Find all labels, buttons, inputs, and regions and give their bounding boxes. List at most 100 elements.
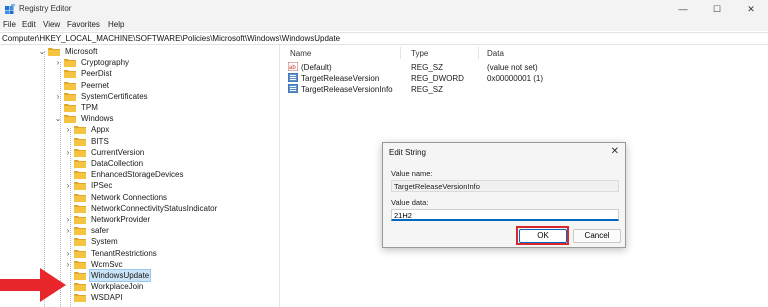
folder-icon	[74, 227, 86, 236]
tree-item-label: CurrentVersion	[91, 147, 145, 157]
tree-item-label: System	[91, 237, 118, 247]
chevron-right-icon[interactable]: ›	[64, 180, 72, 191]
menu-bar: File Edit View Favorites Help	[0, 18, 768, 31]
column-separator[interactable]	[478, 47, 479, 59]
value-row[interactable]: ab (Default) REG_SZ (value not set)	[287, 61, 758, 73]
value-type-cell: REG_DWORD	[411, 74, 464, 83]
tree-item[interactable]: › SystemCertificates	[54, 91, 149, 102]
tree-item[interactable]: › Cryptography	[54, 57, 130, 68]
value-data-label: Value data:	[391, 198, 429, 207]
tree-item-label: DataCollection	[91, 159, 144, 168]
chevron-right-icon[interactable]: ›	[64, 124, 72, 135]
tree-item-label: WcmSvc	[91, 259, 123, 269]
menu-view[interactable]: View	[43, 20, 60, 29]
menu-help[interactable]: Help	[108, 20, 124, 29]
folder-icon	[74, 160, 86, 168]
value-type-cell: REG_SZ	[411, 85, 444, 94]
folder-icon	[64, 115, 76, 124]
chevron-right-icon[interactable]: ›	[64, 214, 72, 225]
chevron-down-icon[interactable]: ⌄	[54, 113, 62, 124]
address-bar[interactable]: Computer\HKEY_LOCAL_MACHINE\SOFTWARE\Pol…	[0, 32, 768, 45]
tree-item-label: PeerDist	[81, 69, 112, 79]
value-type-cell: REG_SZ	[411, 63, 444, 72]
tree-item-label: TenantRestrictions	[91, 248, 157, 258]
folder-icon	[74, 126, 86, 135]
value-name-cell: TargetReleaseVersionInfo	[301, 85, 393, 94]
tree-item-label: Cryptography	[81, 58, 130, 68]
tree-item-label: BITS	[91, 136, 109, 146]
tree-item[interactable]: Peernet	[54, 80, 110, 91]
tree-item-label: Microsoft	[65, 47, 98, 56]
registry-editor-icon	[5, 4, 15, 14]
value-row[interactable]: TargetReleaseVersion REG_DWORD 0x00000001 …	[287, 72, 758, 84]
tree-item[interactable]: TPM	[54, 102, 99, 113]
folder-icon	[74, 204, 86, 213]
folder-icon	[64, 59, 76, 68]
tree-item[interactable]: › Appx	[64, 124, 110, 135]
chevron-right-icon[interactable]: ›	[54, 91, 62, 102]
folder-icon	[74, 260, 86, 269]
menu-file[interactable]: File	[3, 20, 16, 29]
tree-item[interactable]: EnhancedStorageDevices	[64, 169, 185, 180]
column-header-type[interactable]: Type	[411, 49, 428, 58]
folder-icon	[74, 137, 86, 146]
tree-item-label: NetworkProvider	[91, 215, 151, 224]
red-arrow-icon	[0, 268, 66, 302]
menu-favorites[interactable]: Favorites	[67, 20, 100, 29]
minimize-button[interactable]: —	[666, 0, 700, 18]
folder-icon	[74, 294, 86, 303]
chevron-right-icon[interactable]: ›	[64, 248, 72, 259]
dialog-close-icon[interactable]: ✕	[611, 146, 619, 157]
chevron-right-icon[interactable]: ›	[54, 57, 62, 68]
tree-item[interactable]: › IPSec	[64, 180, 113, 191]
maximize-button[interactable]: ☐	[700, 0, 734, 18]
tree-item[interactable]: Network Connections	[64, 192, 168, 203]
tree-item[interactable]: WSDAPI	[64, 292, 124, 303]
column-separator[interactable]	[400, 47, 401, 59]
tree-item-label: SystemCertificates	[81, 91, 148, 101]
tree-item-label: IPSec	[91, 181, 113, 191]
tree-item-label: safer	[91, 226, 109, 236]
tree-item[interactable]: › safer	[64, 225, 110, 236]
value-data-cell: (value not set)	[487, 63, 538, 72]
folder-icon	[64, 104, 76, 112]
tree-item[interactable]: WindowsUpdate	[64, 269, 152, 282]
tree-item-label: TPM	[81, 103, 98, 112]
tree-item[interactable]: BITS	[64, 136, 110, 147]
tree-item[interactable]: PeerDist	[54, 68, 113, 79]
tree-item[interactable]: › NetworkProvider	[64, 214, 151, 225]
chevron-right-icon[interactable]: ›	[64, 225, 72, 236]
tree-item[interactable]: System	[64, 236, 119, 247]
folder-icon	[74, 283, 86, 292]
tree-item[interactable]: WorkplaceJoin	[64, 281, 144, 292]
tree-item-label: EnhancedStorageDevices	[91, 170, 184, 180]
folder-icon	[74, 182, 86, 191]
tree-item-label: Network Connections	[91, 192, 168, 202]
tree-item[interactable]: › CurrentVersion	[64, 147, 145, 158]
folder-icon	[74, 238, 86, 247]
folder-icon	[48, 48, 60, 56]
folder-icon	[74, 249, 86, 258]
value-row[interactable]: TargetReleaseVersionInfo REG_SZ	[287, 83, 758, 96]
tree-item[interactable]: › TenantRestrictions	[64, 248, 158, 259]
dword-value-icon	[287, 83, 299, 96]
tree-item[interactable]: ⌄ Microsoft	[38, 46, 98, 57]
edit-string-dialog: Edit String ✕ Value name: TargetReleaseV…	[382, 142, 626, 248]
tree-item[interactable]: NetworkConnectivityStatusIndicator	[64, 203, 218, 214]
cancel-button[interactable]: Cancel	[573, 229, 621, 243]
tree-item[interactable]: › WcmSvc	[64, 259, 124, 270]
menu-edit[interactable]: Edit	[22, 20, 36, 29]
close-button[interactable]: ✕	[734, 0, 768, 18]
address-path[interactable]: Computer\HKEY_LOCAL_MACHINE\SOFTWARE\Pol…	[2, 34, 340, 43]
chevron-right-icon[interactable]: ›	[64, 147, 72, 158]
tree-item-label: Peernet	[81, 80, 110, 90]
column-header-name[interactable]: Name	[290, 49, 311, 58]
chevron-down-icon[interactable]: ⌄	[38, 46, 46, 57]
tree-item[interactable]: DataCollection	[64, 158, 144, 169]
value-name-cell: TargetReleaseVersion	[301, 74, 380, 83]
value-data-input[interactable]: 21H2	[391, 209, 619, 221]
tree-item[interactable]: ⌄ Windows	[54, 113, 114, 124]
value-name-label: Value name:	[391, 169, 433, 178]
window-title: Registry Editor	[19, 4, 72, 13]
column-header-data[interactable]: Data	[487, 49, 504, 58]
